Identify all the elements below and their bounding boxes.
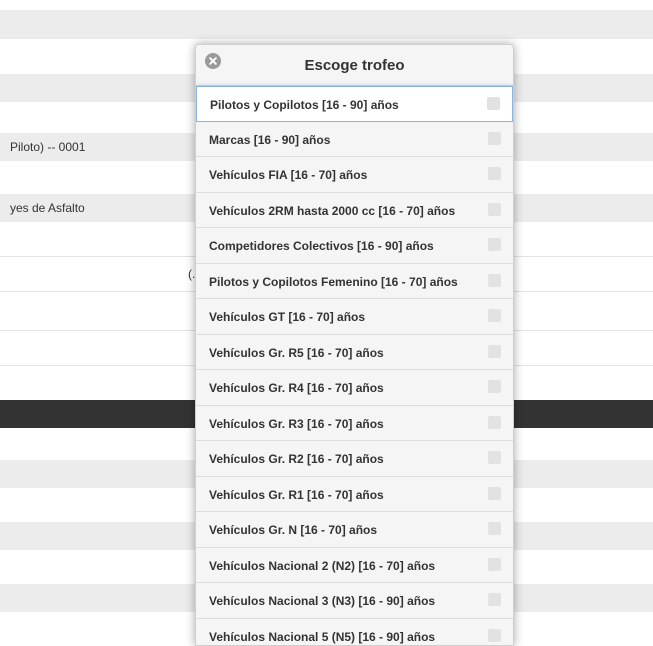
trophy-option[interactable]: Vehículos 2RM hasta 2000 cc [16 - 70] añ… (196, 192, 513, 228)
trophy-option-label: Vehículos Nacional 3 (N3) [16 - 90] años (209, 594, 436, 608)
trophy-option-checkbox[interactable] (488, 202, 501, 216)
trophy-option-checkbox[interactable] (488, 593, 501, 606)
trophy-option-label: Vehículos FIA [16 - 70] años (209, 168, 368, 182)
trophy-option[interactable]: Vehículos Gr. R5 [16 - 70] años (196, 334, 513, 370)
trophy-option-checkbox[interactable] (488, 309, 501, 322)
trophy-option-checkbox[interactable] (488, 415, 501, 429)
dialog-title: Escoge trofeo (304, 57, 405, 74)
trophy-option-label: Vehículos Gr. R4 [16 - 70] años (209, 381, 384, 395)
trophy-option-checkbox[interactable] (488, 344, 501, 358)
bg-row-text: yes de Asfalto (10, 201, 85, 215)
trophy-option-checkbox[interactable] (488, 273, 501, 287)
trophy-option-checkbox[interactable] (487, 97, 500, 110)
trophy-option-label: Vehículos Gr. R1 [16 - 70] años (209, 487, 384, 502)
trophy-option[interactable]: Pilotos y Copilotos [16 - 90] años (196, 86, 513, 122)
dialog-header: Escoge trofeo (196, 45, 513, 86)
trophy-option-label: Vehículos GT [16 - 70] años (209, 310, 366, 324)
trophy-option[interactable]: Vehículos FIA [16 - 70] años (196, 157, 513, 193)
trophy-option[interactable]: Vehículos Nacional 5 (N5) [16 - 90] años (196, 618, 513, 645)
trophy-option-label: Pilotos y Copilotos Femenino [16 - 70] a… (209, 274, 458, 289)
trophy-list: Pilotos y Copilotos [16 - 90] años Marcas… (196, 86, 513, 645)
trophy-option-label: Pilotos y Copilotos [16 - 90] años (210, 98, 399, 112)
trophy-option-label: Vehículos Gr. R3 [16 - 70] años (209, 416, 384, 431)
trophy-option-checkbox[interactable] (488, 628, 501, 642)
bg-row (0, 10, 653, 39)
trophy-option-label: Marcas [16 - 90] años (209, 132, 331, 147)
trophy-option-label: Vehículos 2RM hasta 2000 cc [16 - 70] añ… (209, 203, 456, 218)
trophy-option-label: Vehículos Nacional 2 (N2) [16 - 70] años (209, 558, 436, 573)
trophy-option[interactable]: Competidores Colectivos [16 - 90] años (196, 228, 513, 264)
trophy-option[interactable]: Marcas [16 - 90] años (196, 121, 513, 157)
trophy-picker-dialog: Escoge trofeo Pilotos y Copilotos [16 - … (195, 44, 514, 646)
trophy-option-checkbox[interactable] (488, 486, 501, 500)
trophy-option[interactable]: Vehículos Gr. R4 [16 - 70] años (196, 370, 513, 406)
trophy-option[interactable]: Pilotos y Copilotos Femenino [16 - 70] a… (196, 263, 513, 299)
trophy-option[interactable]: Vehículos Gr. R2 [16 - 70] años (196, 441, 513, 477)
bg-row-text: Piloto) -- 0001 (10, 140, 86, 154)
trophy-option[interactable]: Vehículos Nacional 3 (N3) [16 - 90] años (196, 583, 513, 619)
trophy-option-checkbox[interactable] (488, 238, 501, 251)
trophy-option[interactable]: Vehículos Gr. R1 [16 - 70] años (196, 476, 513, 512)
trophy-option[interactable]: Vehículos Gr. R3 [16 - 70] años (196, 405, 513, 441)
trophy-option-label: Vehículos Gr. R2 [16 - 70] años (209, 452, 384, 466)
trophy-option-checkbox[interactable] (488, 522, 501, 535)
trophy-option[interactable]: Vehículos Gr. N [16 - 70] años (196, 512, 513, 548)
trophy-option-label: Vehículos Gr. N [16 - 70] años (209, 523, 378, 537)
trophy-option-label: Vehículos Gr. R5 [16 - 70] años (209, 345, 384, 360)
trophy-option-checkbox[interactable] (488, 380, 501, 393)
trophy-option[interactable]: Vehículos Nacional 2 (N2) [16 - 70] años (196, 547, 513, 583)
trophy-option-checkbox[interactable] (488, 557, 501, 571)
trophy-option-checkbox[interactable] (488, 451, 501, 464)
trophy-option-checkbox[interactable] (488, 167, 501, 180)
trophy-option-label: Vehículos Nacional 5 (N5) [16 - 90] años (209, 629, 436, 644)
trophy-option-checkbox[interactable] (488, 131, 501, 145)
trophy-option[interactable]: Vehículos GT [16 - 70] años (196, 299, 513, 335)
trophy-option-label: Competidores Colectivos [16 - 90] años (209, 239, 434, 253)
